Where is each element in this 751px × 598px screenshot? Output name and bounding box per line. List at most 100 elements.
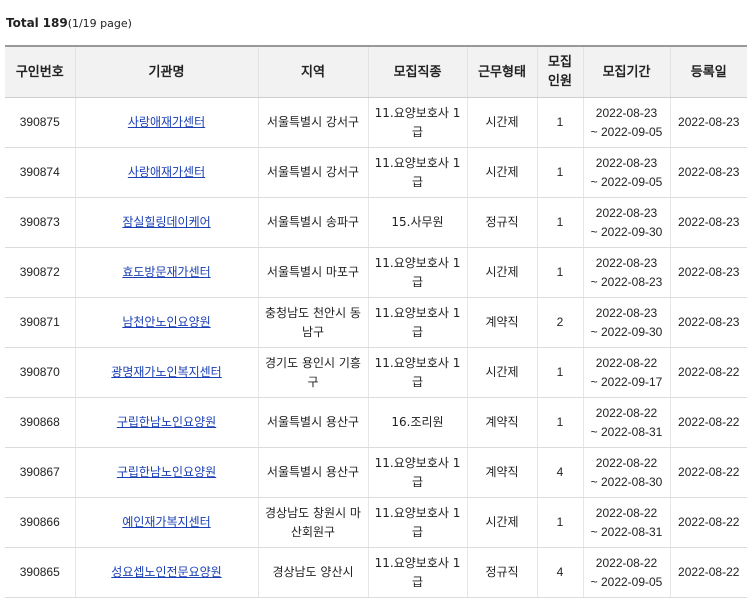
cell-organization: 성요셉노인전문요양원 xyxy=(74,547,258,598)
header-employment-type: 근무형태 xyxy=(466,46,537,98)
cell-organization: 사랑애재가센터 xyxy=(74,147,258,198)
cell-employment-type: 정규직 xyxy=(466,547,537,598)
period-start: 2022-08-23 xyxy=(595,105,658,120)
cell-registration-date: 2022-08-22 xyxy=(669,397,747,448)
cell-region: 서울특별시 강서구 xyxy=(257,97,368,148)
cell-headcount: 1 xyxy=(536,397,583,448)
table-header-row: 구인번호 기관명 지역 모집직종 근무형태 모집 인원 모집기간 등록일 xyxy=(5,46,747,98)
cell-region: 서울특별시 용산구 xyxy=(257,397,368,448)
cell-headcount: 1 xyxy=(536,247,583,298)
cell-recruit-period: 2022-08-23 ~ 2022-09-30 xyxy=(582,197,670,248)
period-end: ~ 2022-09-30 xyxy=(590,224,663,239)
cell-headcount: 1 xyxy=(536,97,583,148)
cell-job-type: 11.요양보호사 1급 xyxy=(367,497,467,548)
cell-registration-date: 2022-08-22 xyxy=(669,497,747,548)
total-summary: Total 189(1/19 page) xyxy=(6,15,132,32)
period-start: 2022-08-22 xyxy=(595,555,658,570)
cell-recruit-period: 2022-08-23 ~ 2022-09-05 xyxy=(582,147,670,198)
cell-recruit-period: 2022-08-22 ~ 2022-09-17 xyxy=(582,347,670,398)
organization-link[interactable]: 성요셉노인전문요양원 xyxy=(111,565,221,579)
cell-recruit-period: 2022-08-22 ~ 2022-08-31 xyxy=(582,397,670,448)
period-end: ~ 2022-08-30 xyxy=(590,474,663,489)
job-listing-table: 구인번호 기관명 지역 모집직종 근무형태 모집 인원 모집기간 등록일 390… xyxy=(5,45,747,598)
cell-recruit-period: 2022-08-23 ~ 2022-09-05 xyxy=(582,97,670,148)
cell-job-type: 11.요양보호사 1급 xyxy=(367,147,467,198)
cell-registration-date: 2022-08-23 xyxy=(669,147,747,198)
cell-employment-type: 계약직 xyxy=(466,297,537,348)
cell-recruit-period: 2022-08-23 ~ 2022-09-30 xyxy=(582,297,670,348)
organization-link[interactable]: 예인재가복지센터 xyxy=(122,515,210,529)
organization-link[interactable]: 구립한남노인요양원 xyxy=(117,415,216,429)
cell-organization: 구립한남노인요양원 xyxy=(74,397,258,448)
cell-employment-type: 정규직 xyxy=(466,197,537,248)
cell-region: 서울특별시 송파구 xyxy=(257,197,368,248)
cell-region: 서울특별시 강서구 xyxy=(257,147,368,198)
cell-job-id: 390874 xyxy=(5,147,75,198)
cell-registration-date: 2022-08-22 xyxy=(669,547,747,598)
period-end: ~ 2022-09-05 xyxy=(590,124,663,139)
cell-job-id: 390872 xyxy=(5,247,75,298)
table-row: 390875 사랑애재가센터 서울특별시 강서구 11.요양보호사 1급 시간제 1 202… xyxy=(5,97,747,148)
cell-employment-type: 시간제 xyxy=(466,97,537,148)
cell-headcount: 4 xyxy=(536,447,583,498)
organization-link[interactable]: 효도방문재가센터 xyxy=(122,265,210,279)
organization-link[interactable]: 사랑애재가센터 xyxy=(128,165,205,179)
table-row: 390871 남천안노인요양원 충청남도 천안시 동남구 11.요양보호사 1급 계약직… xyxy=(5,297,747,348)
period-end: ~ 2022-09-05 xyxy=(590,174,663,189)
table-row: 390865 성요셉노인전문요양원 경상남도 양산시 11.요양보호사 1급 정규직 4 2… xyxy=(5,547,747,598)
cell-job-type: 11.요양보호사 1급 xyxy=(367,247,467,298)
cell-headcount: 1 xyxy=(536,347,583,398)
cell-region: 충청남도 천안시 동남구 xyxy=(257,297,368,348)
cell-employment-type: 계약직 xyxy=(466,397,537,448)
cell-job-type: 11.요양보호사 1급 xyxy=(367,347,467,398)
table-row: 390874 사랑애재가센터 서울특별시 강서구 11.요양보호사 1급 시간제 1 202… xyxy=(5,147,747,198)
cell-region: 경상남도 양산시 xyxy=(257,547,368,598)
period-end: ~ 2022-09-30 xyxy=(590,324,663,339)
period-start: 2022-08-23 xyxy=(595,255,658,270)
cell-registration-date: 2022-08-23 xyxy=(669,197,747,248)
cell-job-type: 11.요양보호사 1급 xyxy=(367,447,467,498)
header-headcount: 모집 인원 xyxy=(536,46,583,98)
cell-organization: 사랑애재가센터 xyxy=(74,97,258,148)
cell-headcount: 2 xyxy=(536,297,583,348)
cell-organization: 효도방문재가센터 xyxy=(74,247,258,298)
period-end: ~ 2022-09-05 xyxy=(590,574,663,589)
organization-link[interactable]: 광명재가노인복지센터 xyxy=(111,365,221,379)
cell-registration-date: 2022-08-22 xyxy=(669,347,747,398)
cell-job-type: 11.요양보호사 1급 xyxy=(367,297,467,348)
cell-job-id: 390867 xyxy=(5,447,75,498)
cell-headcount: 4 xyxy=(536,547,583,598)
cell-recruit-period: 2022-08-22 ~ 2022-09-05 xyxy=(582,547,670,598)
organization-link[interactable]: 사랑애재가센터 xyxy=(128,115,205,129)
period-start: 2022-08-22 xyxy=(595,455,658,470)
total-label: Total xyxy=(6,16,39,30)
cell-organization: 구립한남노인요양원 xyxy=(74,447,258,498)
header-recruit-period: 모집기간 xyxy=(582,46,670,98)
cell-headcount: 1 xyxy=(536,147,583,198)
total-count: 189 xyxy=(42,16,68,30)
period-start: 2022-08-22 xyxy=(595,505,658,520)
cell-job-type: 11.요양보호사 1급 xyxy=(367,547,467,598)
cell-registration-date: 2022-08-23 xyxy=(669,97,747,148)
cell-employment-type: 시간제 xyxy=(466,347,537,398)
cell-recruit-period: 2022-08-22 ~ 2022-08-31 xyxy=(582,497,670,548)
table-row: 390868 구립한남노인요양원 서울특별시 용산구 16.조리원 계약직 1 2022-0… xyxy=(5,397,747,448)
cell-headcount: 1 xyxy=(536,497,583,548)
cell-employment-type: 시간제 xyxy=(466,247,537,298)
period-end: ~ 2022-08-31 xyxy=(590,524,663,539)
cell-registration-date: 2022-08-23 xyxy=(669,247,747,298)
cell-job-id: 390866 xyxy=(5,497,75,548)
cell-region: 경기도 용인시 기흥구 xyxy=(257,347,368,398)
organization-link[interactable]: 잠실힐링데이케어 xyxy=(122,215,210,229)
cell-job-id: 390865 xyxy=(5,547,75,598)
cell-organization: 잠실힐링데이케어 xyxy=(74,197,258,248)
cell-job-id: 390875 xyxy=(5,97,75,148)
organization-link[interactable]: 남천안노인요양원 xyxy=(122,315,210,329)
table-row: 390867 구립한남노인요양원 서울특별시 용산구 11.요양보호사 1급 계약직 4 2… xyxy=(5,447,747,498)
cell-region: 서울특별시 용산구 xyxy=(257,447,368,498)
period-start: 2022-08-22 xyxy=(595,355,658,370)
organization-link[interactable]: 구립한남노인요양원 xyxy=(117,465,216,479)
cell-organization: 예인재가복지센터 xyxy=(74,497,258,548)
header-region: 지역 xyxy=(257,46,368,98)
table-row: 390866 예인재가복지센터 경상남도 창원시 마산회원구 11.요양보호사 1급 시… xyxy=(5,497,747,548)
